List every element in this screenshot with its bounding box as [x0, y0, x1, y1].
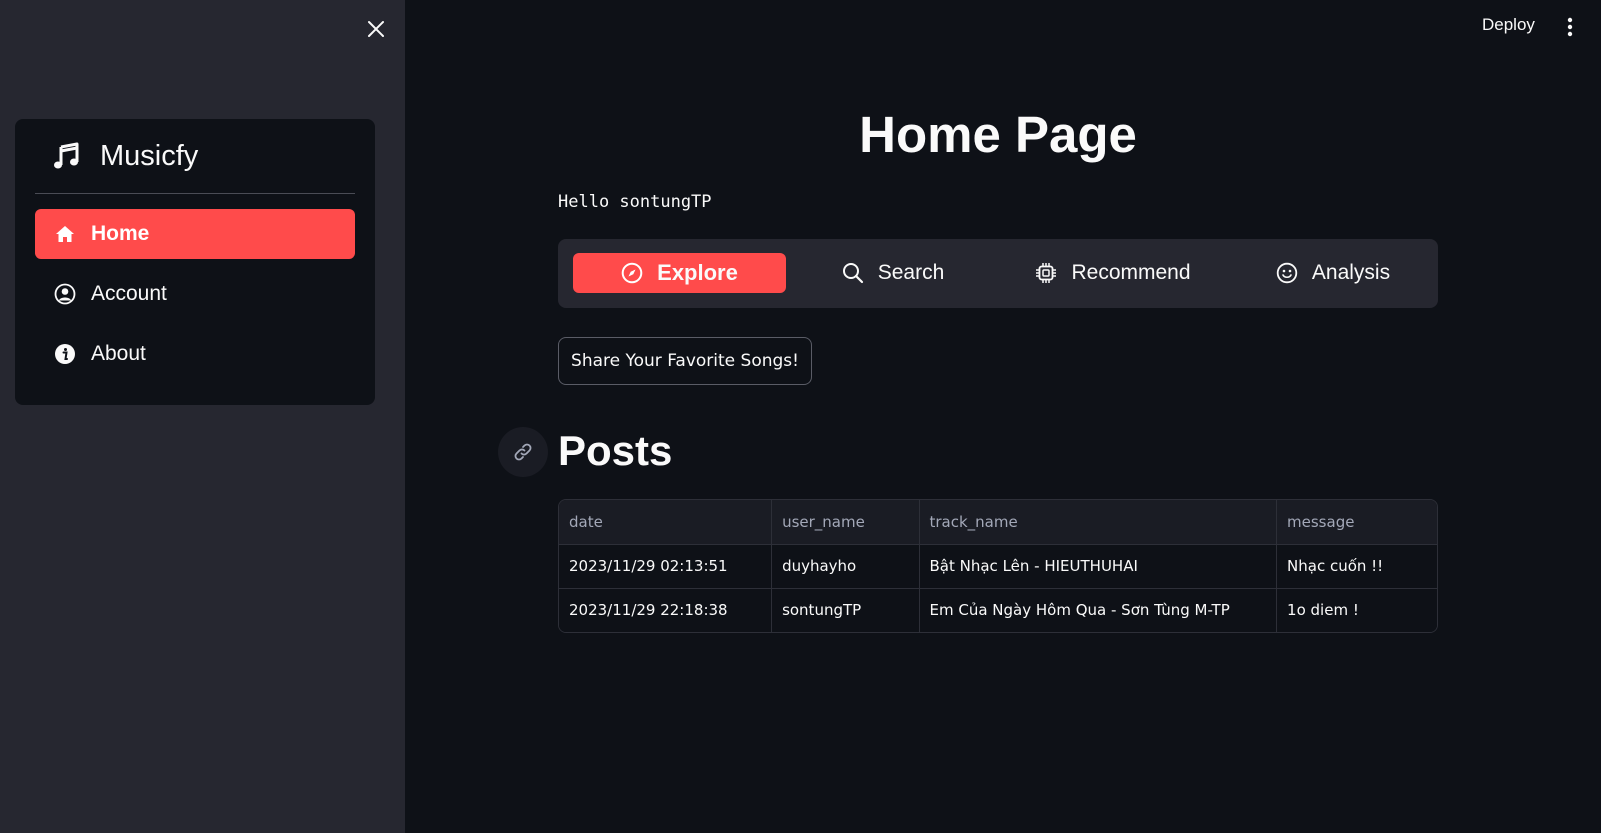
table-cell[interactable]: 2023/11/29 02:13:51	[559, 544, 773, 589]
house-icon	[54, 223, 76, 245]
table-cell[interactable]: duyhayho	[771, 544, 920, 589]
column-header-user-name[interactable]: user_name	[771, 500, 920, 545]
close-sidebar-button[interactable]	[364, 17, 388, 41]
search-icon	[842, 262, 864, 284]
app-title: Musicfy	[100, 139, 199, 172]
deploy-button[interactable]: Deploy	[1482, 15, 1535, 35]
sidebar-item-label: Home	[91, 222, 150, 245]
sidebar-item-label: About	[91, 342, 146, 365]
menu-header: Musicfy	[35, 119, 355, 194]
info-circle-icon	[54, 343, 76, 365]
sidebar-item-label: Account	[91, 282, 167, 305]
table-row: 2023/11/29 02:13:51 duyhayho Bật Nhạc Lê…	[559, 544, 1437, 589]
kebab-menu-icon	[1567, 17, 1573, 37]
sidebar: Musicfy Home Account About	[0, 0, 405, 833]
tab-search[interactable]: Search	[798, 253, 988, 293]
emoji-smile-icon	[1276, 262, 1298, 284]
horizontal-option-menu: Explore Search Recommend Analysis	[558, 239, 1438, 308]
tab-label: Explore	[657, 260, 738, 285]
greeting-text: Hello sontungTP	[558, 192, 712, 212]
tab-label: Search	[877, 261, 945, 284]
tab-label: Analysis	[1311, 261, 1391, 284]
posts-heading: Posts	[558, 427, 673, 474]
table-cell[interactable]: Nhạc cuốn !!	[1276, 544, 1437, 589]
table-cell[interactable]: Bật Nhạc Lên - HIEUTHUHAI	[919, 544, 1278, 589]
link-icon	[514, 443, 532, 461]
tab-analysis[interactable]: Analysis	[1238, 253, 1428, 293]
column-header-message[interactable]: message	[1276, 500, 1437, 545]
table-cell[interactable]: 1o diem !	[1276, 588, 1437, 632]
person-circle-icon	[54, 283, 76, 305]
close-icon	[368, 21, 384, 37]
main-menu-button[interactable]	[1560, 14, 1580, 40]
sidebar-item-home[interactable]: Home	[35, 209, 355, 259]
tab-label: Recommend	[1071, 261, 1191, 284]
table-cell[interactable]: sontungTP	[771, 588, 920, 632]
sidebar-item-account[interactable]: Account	[35, 269, 355, 319]
tab-recommend[interactable]: Recommend	[1003, 253, 1223, 293]
sidebar-item-about[interactable]: About	[35, 329, 355, 379]
compass-icon	[621, 262, 643, 284]
music-note-icon	[54, 142, 79, 169]
option-menu: Musicfy Home Account About	[15, 119, 375, 405]
tab-explore[interactable]: Explore	[573, 253, 786, 293]
column-header-date[interactable]: date	[559, 500, 773, 545]
cpu-icon	[1035, 262, 1057, 284]
table-header-row: date user_name track_name message	[559, 500, 1437, 545]
table-cell[interactable]: 2023/11/29 22:18:38	[559, 588, 773, 632]
page-title: Home Page	[859, 106, 1137, 163]
share-favorite-songs-button[interactable]: Share Your Favorite Songs!	[558, 337, 812, 385]
table-row: 2023/11/29 22:18:38 sontungTP Em Của Ngà…	[559, 588, 1437, 632]
column-header-track-name[interactable]: track_name	[919, 500, 1278, 545]
posts-table[interactable]: date user_name track_name message 2023/1…	[558, 499, 1438, 633]
table-cell[interactable]: Em Của Ngày Hôm Qua - Sơn Tùng M-TP	[919, 588, 1278, 632]
heading-anchor-link[interactable]	[498, 427, 548, 477]
